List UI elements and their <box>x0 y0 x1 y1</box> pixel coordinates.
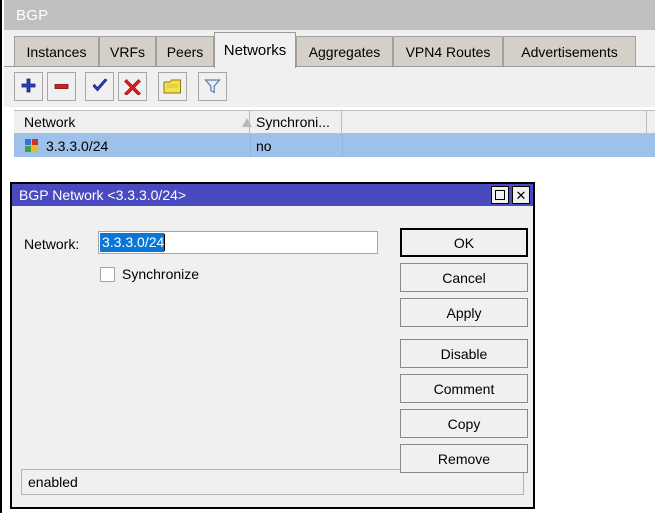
column-header-blank[interactable] <box>342 111 647 133</box>
row-divider <box>342 134 343 157</box>
note-icon <box>163 79 182 95</box>
tab-label: Instances <box>27 44 87 60</box>
enable-button[interactable] <box>85 72 114 101</box>
tab-vpn4-routes[interactable]: VPN4 Routes <box>393 36 503 66</box>
status-squares-icon <box>25 139 38 152</box>
tab-label: Networks <box>224 42 287 59</box>
toolbar <box>4 66 655 107</box>
bgp-network-dialog: BGP Network <3.3.3.0/24> ✕ Network: 3.3.… <box>10 182 535 509</box>
copy-button[interactable]: Copy <box>400 409 528 438</box>
check-icon <box>91 78 109 95</box>
window-titlebar: BGP <box>4 0 655 30</box>
network-input[interactable]: 3.3.3.0/24 <box>98 231 378 254</box>
dialog-titlebar[interactable]: BGP Network <3.3.3.0/24> ✕ <box>12 184 533 206</box>
tab-vrfs[interactable]: VRFs <box>99 36 156 66</box>
dialog-title: BGP Network <3.3.3.0/24> <box>12 187 186 203</box>
button-label: Cancel <box>442 270 486 286</box>
tab-strip: Instances VRFs Peers Networks Aggregates VPN4… <box>4 30 655 66</box>
tab-label: Advertisements <box>521 44 617 60</box>
dialog-body: Network: 3.3.3.0/24 Synchronize enabled … <box>12 206 533 507</box>
network-field-label: Network: <box>24 236 79 252</box>
cell-synchronize: no <box>250 134 342 157</box>
text-caret <box>164 234 165 251</box>
apply-button[interactable]: Apply <box>400 298 528 327</box>
remove-button[interactable] <box>47 72 76 101</box>
tab-label: Aggregates <box>309 44 381 60</box>
list-column-header: Network Synchroni... <box>14 110 655 134</box>
synchronize-label: Synchronize <box>122 266 199 282</box>
close-icon: ✕ <box>516 189 527 202</box>
synchronize-row[interactable]: Synchronize <box>100 266 199 282</box>
remove-button[interactable]: Remove <box>400 444 528 473</box>
synchronize-checkbox[interactable] <box>100 267 115 282</box>
close-button[interactable]: ✕ <box>512 186 530 204</box>
funnel-icon <box>204 78 221 95</box>
tab-instances[interactable]: Instances <box>14 36 99 66</box>
column-header-network[interactable]: Network <box>18 111 250 133</box>
tab-label: VRFs <box>110 44 145 60</box>
cell-network: 3.3.3.0/24 <box>40 134 250 157</box>
button-label: OK <box>454 235 474 251</box>
table-row[interactable]: 3.3.3.0/24no <box>14 134 655 157</box>
maximize-icon <box>495 190 505 200</box>
tab-label: Peers <box>167 44 204 60</box>
column-header-label: Network <box>24 114 75 130</box>
disable-button[interactable]: Disable <box>400 339 528 368</box>
tab-label: VPN4 Routes <box>406 44 491 60</box>
comment-button[interactable] <box>158 72 187 101</box>
plus-icon <box>20 78 37 95</box>
minus-icon <box>53 78 70 95</box>
tab-networks[interactable]: Networks <box>214 32 296 68</box>
cancel-button[interactable]: Cancel <box>400 263 528 292</box>
maximize-button[interactable] <box>491 186 509 204</box>
tab-peers[interactable]: Peers <box>156 36 214 66</box>
network-input-value: 3.3.3.0/24 <box>100 233 164 252</box>
window-title: BGP <box>4 7 48 24</box>
button-label: Remove <box>438 451 490 467</box>
add-button[interactable] <box>14 72 43 101</box>
cross-icon <box>124 78 142 95</box>
comment-button[interactable]: Comment <box>400 374 528 403</box>
disable-button[interactable] <box>118 72 147 101</box>
column-header-synchroni[interactable]: Synchroni... <box>250 111 342 133</box>
button-label: Disable <box>441 346 488 362</box>
tab-advertisements[interactable]: Advertisements <box>503 36 636 66</box>
status-text: enabled <box>22 474 78 490</box>
ok-button[interactable]: OK <box>400 228 528 257</box>
button-label: Comment <box>434 381 495 397</box>
button-label: Copy <box>448 416 481 432</box>
filter-button[interactable] <box>198 72 227 101</box>
bgp-window: BGP Instances VRFs Peers Networks Aggregates… <box>0 0 655 513</box>
tab-aggregates[interactable]: Aggregates <box>296 36 393 66</box>
button-label: Apply <box>446 305 481 321</box>
column-header-label: Synchroni... <box>256 114 330 130</box>
